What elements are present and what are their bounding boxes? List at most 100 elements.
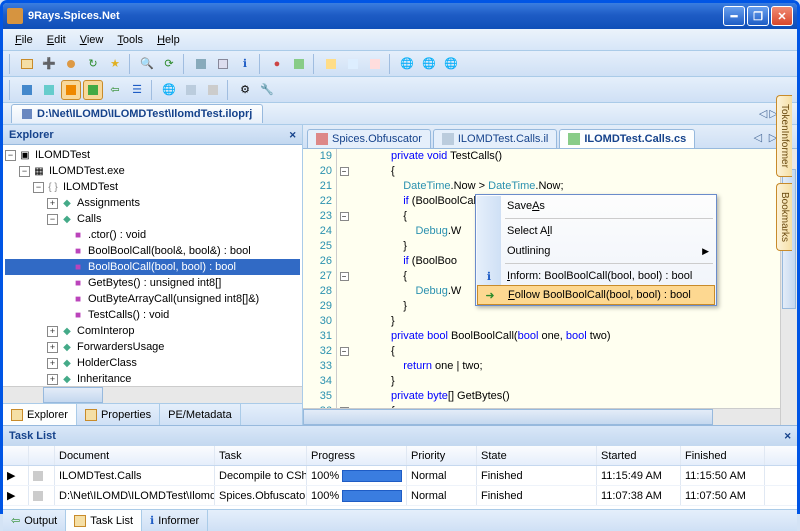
tb-tool-icon[interactable] [191,54,211,74]
progress-bar [342,490,402,502]
menu-edit[interactable]: Edit [41,32,72,48]
doctab-prev-button[interactable]: ◁ [754,132,762,144]
tab-explorer[interactable]: Explorer [3,404,77,425]
tree-class-calls[interactable]: −◆Calls [5,211,300,227]
task-row[interactable]: ▶ D:\Net\ILOMD\ILOMDTest\IlomdTest Spice… [3,486,797,506]
tb-note-icon[interactable] [321,54,341,74]
tb-world2-icon[interactable]: 🌐 [419,54,439,74]
tree-class-cominterop[interactable]: +◆ComInterop [5,323,300,339]
info-icon: ℹ [150,514,154,527]
tb-home-icon[interactable]: ● [267,54,287,74]
tree-view[interactable]: −▣ILOMDTest −▦ILOMDTest.exe −{ }ILOMDTes… [3,145,302,386]
tb-search-icon[interactable]: 🔍 [137,54,157,74]
tab-pe-metadata[interactable]: PE/Metadata [160,404,241,425]
tb-refresh-icon[interactable]: ↻ [83,54,103,74]
tb-action-icon[interactable] [61,54,81,74]
col-priority[interactable]: Priority [407,446,477,465]
tree-hscrollbar[interactable] [3,386,302,403]
menu-help[interactable]: Help [151,32,186,48]
tree-class-inheritance[interactable]: +◆Inheritance [5,371,300,386]
tree-root[interactable]: −▣ILOMDTest [5,147,300,163]
tree-method-ctor[interactable]: ■.ctor() : void [5,227,300,243]
tb2-wrench-icon[interactable]: 🔧 [257,80,277,100]
tb-open-icon[interactable] [17,54,37,74]
tb2-green-icon[interactable] [83,80,103,100]
project-tab[interactable]: D:\Net\ILOMD\ILOMDTest\IlomdTest.iloprj [11,104,263,123]
tab-obfuscator[interactable]: Spices.Obfuscator [307,129,431,148]
tab-calls-cs[interactable]: ILOMDTest.Calls.cs [559,129,695,148]
menu-file[interactable]: File [9,32,39,48]
task-row[interactable]: ▶ ILOMDTest.Calls Decompile to CSharp 10… [3,466,797,486]
tb-prog-icon[interactable] [289,54,309,74]
window-title: 9Rays.Spices.Net [28,10,120,22]
tb2-cyan-icon[interactable] [39,80,59,100]
tb-doc-icon[interactable] [213,54,233,74]
tab-properties[interactable]: Properties [77,404,160,425]
tb2-orange-icon[interactable] [61,80,81,100]
sidetab-tokeninformer[interactable]: TokenInformer [776,95,792,177]
col-document[interactable]: Document [55,446,215,465]
path-prev-button[interactable]: ◁ [759,107,767,120]
tree-class-forwarders[interactable]: +◆ForwardersUsage [5,339,300,355]
tree-method-testcalls[interactable]: ■TestCalls() : void [5,307,300,323]
col-state[interactable]: State [477,446,597,465]
tree-class-holder[interactable]: +◆HolderClass [5,355,300,371]
tree-namespace[interactable]: −{ }ILOMDTest [5,179,300,195]
row-handle-icon[interactable]: ▶ [3,466,29,485]
close-button[interactable]: ✕ [771,6,793,26]
tb2-list-icon[interactable]: ☰ [127,80,147,100]
col-progress[interactable]: Progress [307,446,407,465]
tasklist-close-button[interactable]: ✕ [784,429,791,443]
row-handle-icon[interactable]: ▶ [3,486,29,505]
maximize-button[interactable]: ❐ [747,6,769,26]
tree-exe[interactable]: −▦ILOMDTest.exe [5,163,300,179]
col-started[interactable]: Started [597,446,681,465]
folder-icon [85,409,97,421]
tasklist-grid[interactable]: Document Task Progress Priority State St… [3,446,797,509]
code-hscrollbar[interactable] [303,408,780,425]
tb-note2-icon[interactable] [343,54,363,74]
progress-bar [342,470,402,482]
tb-star-icon[interactable]: ★ [105,54,125,74]
tb2-back-icon[interactable]: ⇦ [105,80,125,100]
tb-add-icon[interactable]: ➕ [39,54,59,74]
tab-calls-il[interactable]: ILOMDTest.Calls.il [433,129,557,148]
tree-method-boolbool2[interactable]: ■BoolBoolCall(bool, bool) : bool [5,259,300,275]
tb-world-icon[interactable]: 🌐 [397,54,417,74]
tb-repeat-icon[interactable]: ⟳ [159,54,179,74]
ctx-follow[interactable]: ➜Follow BoolBoolCall(bool, bool) : bool [477,285,715,305]
menu-view[interactable]: View [74,32,110,48]
ctx-outlining[interactable]: Outlining [477,241,715,261]
tb2-panel-icon[interactable] [181,80,201,100]
tab-informer[interactable]: ℹInformer [142,510,208,531]
class-icon: ◆ [60,196,74,210]
tb-world3-icon[interactable]: 🌐 [441,54,461,74]
ctx-save-as[interactable]: Save As [477,196,715,216]
tree-method-boolbool1[interactable]: ■BoolBoolCall(bool&, bool&) : bool [5,243,300,259]
tree-method-getbytes[interactable]: ■GetBytes() : unsigned int8[] [5,275,300,291]
tab-tasklist[interactable]: Task List [66,510,142,531]
tb2-globe-icon[interactable]: 🌐 [159,80,179,100]
menubar: File Edit View Tools Help [3,29,797,51]
class-icon: ◆ [60,372,74,386]
tb-note3-icon[interactable] [365,54,385,74]
col-finished[interactable]: Finished [681,446,765,465]
tb-info-icon[interactable]: ℹ [235,54,255,74]
ctx-select-all[interactable]: Select All [477,221,715,241]
tb2-gear-icon[interactable]: ⚙ [235,80,255,100]
ctx-inform[interactable]: ℹInform: BoolBoolCall(bool, bool) : bool [477,266,715,286]
sidetab-bookmarks[interactable]: Bookmarks [776,183,792,251]
explorer-close-button[interactable]: ✕ [289,128,296,142]
col-task[interactable]: Task [215,446,307,465]
tb2-blue-icon[interactable] [17,80,37,100]
tree-method-outbyte[interactable]: ■OutByteArrayCall(unsigned int8[]&) [5,291,300,307]
tree-class-assignments[interactable]: +◆Assignments [5,195,300,211]
class-icon: ◆ [60,324,74,338]
menu-tools[interactable]: Tools [111,32,149,48]
toolbar-1: ➕ ↻ ★ 🔍 ⟳ ℹ ● 🌐 🌐 🌐 [3,51,797,77]
tb2-panel2-icon[interactable] [203,80,223,100]
fold-gutter[interactable]: −−−−− [337,149,351,425]
tab-output[interactable]: ⇦Output [3,510,66,531]
minimize-button[interactable]: ━ [723,6,745,26]
method-icon: ■ [71,276,85,290]
